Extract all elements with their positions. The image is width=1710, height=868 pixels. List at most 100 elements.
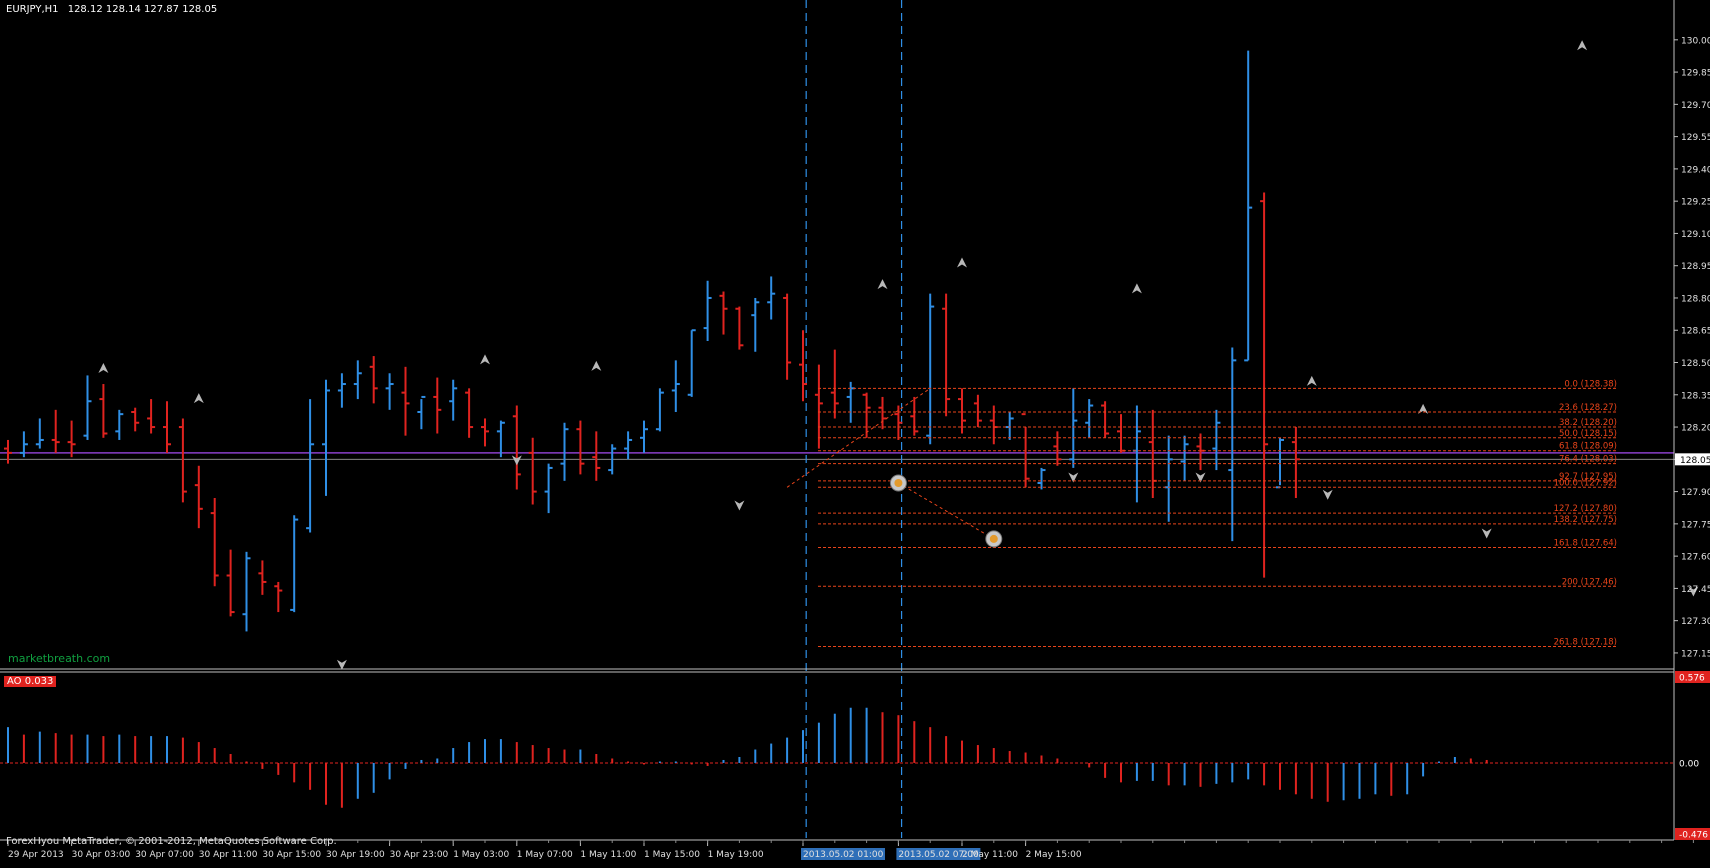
ohlc-bar <box>369 356 378 404</box>
y-tick-label: 129.70 <box>1681 101 1710 111</box>
ohlc-bar <box>830 349 839 419</box>
ohlc-bar <box>751 297 760 352</box>
x-tick-label: 1 May 11:00 <box>580 850 636 860</box>
axes: 130.00 129.85 129.70 129.55 129.40 129.25 129.… <box>0 0 1710 860</box>
ohlc-bar <box>496 420 505 458</box>
ohlc-bar <box>735 306 744 350</box>
ohlc-bar <box>210 498 219 587</box>
ohlc-bar <box>83 375 92 440</box>
y-tick-label: 128.35 <box>1681 391 1710 401</box>
ohlc-bar <box>433 377 442 434</box>
ao-tick-label: 0.00 <box>1679 759 1699 769</box>
ohlc-bar <box>767 276 776 320</box>
ohlc-bar <box>1053 431 1062 466</box>
ohlc-bar <box>910 396 919 436</box>
ohlc-bar <box>703 280 712 341</box>
ohlc-bar <box>624 431 633 460</box>
ohlc-bar <box>878 396 887 430</box>
ohlc-bar <box>640 420 648 453</box>
ohlc-bar <box>385 373 394 410</box>
ohlc-bar <box>242 551 251 632</box>
ohlc-bar <box>1148 409 1157 499</box>
ohlc-bar <box>576 420 585 475</box>
x-tick-label: 1 May 03:00 <box>453 850 509 860</box>
y-tick-label: 130.00 <box>1681 36 1710 46</box>
ohlc-bar <box>1117 414 1125 453</box>
ohlc-bar <box>1132 405 1141 503</box>
fib-level-label: 127.2 (127.80) <box>1554 504 1617 514</box>
fibonacci-retracement[interactable]: 0.0 (128.38) 23.6 (128.27) 38.2 (128.20)50… <box>786 379 1617 647</box>
current-price-label: 128.05 <box>1680 456 1710 466</box>
ao-tick-label: 0.576 <box>1679 674 1705 684</box>
ohlc-bar <box>783 293 792 380</box>
ohlc-bar <box>1101 401 1110 438</box>
x-tick-label: 1 May 15:00 <box>644 850 700 860</box>
ohlc-bar <box>1069 388 1078 468</box>
y-tick-label: 127.15 <box>1681 649 1710 659</box>
ohlc-bar <box>1212 409 1221 471</box>
ohlc-bar <box>544 463 553 514</box>
ohlc-bar <box>115 409 124 440</box>
price-panel[interactable] <box>0 0 1699 838</box>
ohlc-bar <box>1228 347 1237 542</box>
y-tick-label: 128.20 <box>1681 424 1710 434</box>
fractal-up-icon <box>591 360 602 371</box>
y-tick-label: 128.50 <box>1681 359 1710 369</box>
x-tick-label: 2 May 11:00 <box>962 850 1018 860</box>
fractal-up-icon <box>1577 40 1588 51</box>
y-tick-label: 128.80 <box>1681 294 1710 304</box>
ohlc-bar <box>99 384 108 438</box>
ohlc-bar <box>719 291 728 335</box>
ohlc-bar <box>481 418 489 447</box>
fib-level-label: 138.2 (127.75) <box>1554 515 1617 525</box>
y-tick-label: 128.65 <box>1681 327 1710 337</box>
x-tick-label: 30 Apr 23:00 <box>390 850 449 860</box>
x-tick-label: 30 Apr 19:00 <box>326 850 385 860</box>
ao-label: AO 0.033 <box>4 676 57 687</box>
ohlc-bar <box>862 392 871 438</box>
ohlc-bar <box>528 437 537 505</box>
ohlc-bar <box>322 379 330 496</box>
awesome-oscillator-panel[interactable] <box>0 707 1674 808</box>
ohlc-bar <box>449 379 458 421</box>
ohlc-bar <box>1244 50 1253 362</box>
fib-level-label: 76.4 (128.03) <box>1559 455 1617 465</box>
ohlc-bar <box>274 581 283 613</box>
y-tick-label: 127.90 <box>1681 488 1710 498</box>
ao-tick-label: -0.476 <box>1679 831 1708 841</box>
fractal-down-icon <box>1322 489 1333 500</box>
ohlc-bar <box>226 549 235 617</box>
ohlc-bar <box>401 366 410 436</box>
ohlc-bar <box>512 405 521 490</box>
ohlc-bar <box>1196 433 1205 471</box>
ohlc-bar <box>592 431 601 481</box>
ohlc-bar <box>258 560 267 595</box>
fib-level-label: 23.6 (128.27) <box>1559 403 1617 413</box>
y-tick-label: 129.85 <box>1681 69 1710 79</box>
fractal-up-icon <box>1131 283 1142 294</box>
fractal-up-icon <box>877 279 888 290</box>
ohlc-bar <box>163 401 171 453</box>
y-tick-label: 127.30 <box>1681 617 1710 627</box>
chart-header: EURJPY,H1 128.12 128.14 127.87 128.05 <box>6 4 217 15</box>
ohlc-bar <box>1037 467 1046 490</box>
ohlc-bar <box>290 515 299 613</box>
y-tick-label: 127.75 <box>1681 520 1710 530</box>
fib-level-label: 200 (127.46) <box>1562 577 1617 587</box>
ao-title: AO 0.033 <box>7 676 54 687</box>
x-tick-label: 2013.05.02 01:00 <box>803 850 884 860</box>
ohlc-bar <box>655 388 664 432</box>
fib-level-label: 261.8 (127.18) <box>1554 637 1617 647</box>
ohlc-bar <box>926 293 935 445</box>
ohlc-bar <box>194 465 203 529</box>
watermark: marketbreath.com <box>8 652 111 665</box>
fib-level-label: 61.8 (128.09) <box>1559 442 1617 452</box>
ohlc-bar <box>178 418 187 503</box>
ohlc-readout: 128.12 128.14 127.87 128.05 <box>67 4 218 15</box>
chart-canvas[interactable]: 0.0 (128.38) 23.6 (128.27) 38.2 (128.20)50… <box>0 0 1710 868</box>
y-tick-label: 129.10 <box>1681 230 1710 240</box>
x-tick-label: 30 Apr 15:00 <box>262 850 321 860</box>
fib-level-label: 100.0 (127.92) <box>1554 478 1617 488</box>
y-tick-label: 127.45 <box>1681 585 1710 595</box>
x-tick-label: 30 Apr 11:00 <box>199 850 258 860</box>
